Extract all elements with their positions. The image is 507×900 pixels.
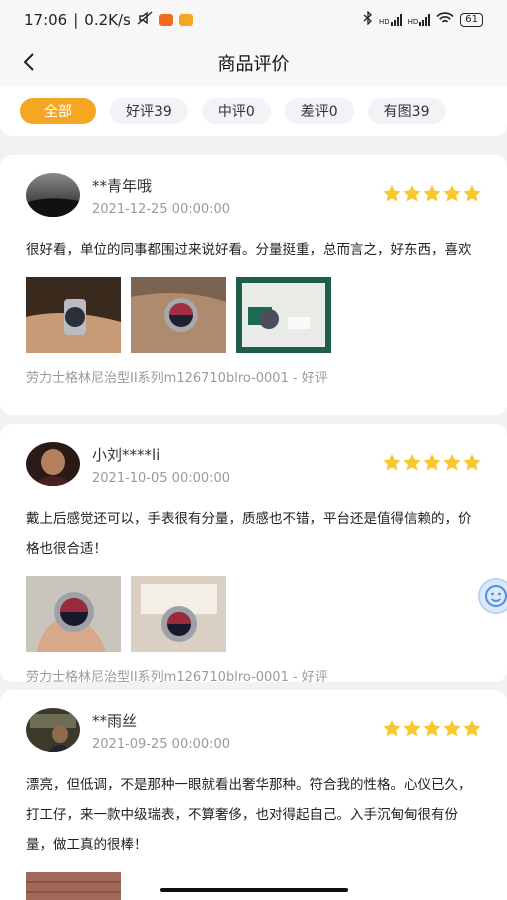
product-sku: 劳力士格林尼治型II系列m126710blro-0001 - 好评 xyxy=(26,670,328,685)
hd-label-2: HD xyxy=(407,18,419,26)
page-title: 商品评价 xyxy=(217,54,290,75)
star-icon xyxy=(423,720,441,737)
filter-neutral[interactable]: 中评0 xyxy=(201,98,271,124)
star-icon xyxy=(423,454,441,471)
reviewer-name: 小刘****li xyxy=(92,446,161,464)
filter-positive[interactable]: 好评39 xyxy=(110,98,188,124)
avatar[interactable] xyxy=(26,442,80,486)
review-photos xyxy=(26,277,481,353)
bluetooth-icon xyxy=(363,10,373,29)
folder-app-icon xyxy=(178,14,193,26)
smile-icon xyxy=(485,585,507,607)
customer-service-button[interactable] xyxy=(478,578,507,614)
avatar[interactable] xyxy=(26,708,80,752)
star-icon xyxy=(383,454,401,471)
star-icon xyxy=(383,720,401,737)
filter-bar: 全部 好评39 中评0 差评0 有图39 xyxy=(0,86,507,136)
review-text: 很好看，单位的同事都围过来说好看。分量挺重，总而言之，好东西，喜欢 xyxy=(26,242,472,258)
rating-stars xyxy=(383,185,481,202)
review-card: **青年哦 2021-12-25 00:00:00 很好看，单位的同事都围过来说… xyxy=(0,155,507,415)
filter-all[interactable]: 全部 xyxy=(20,98,96,124)
review-date: 2021-09-25 00:00:00 xyxy=(92,737,231,752)
avatar[interactable] xyxy=(26,173,80,217)
signal-icon-1 xyxy=(390,14,402,26)
review-photo[interactable] xyxy=(131,576,226,652)
review-photo[interactable] xyxy=(26,277,121,353)
star-icon xyxy=(403,454,421,471)
review-text: 漂亮，但低调，不是那种一眼就看出奢华那种。符合我的性格。心仪已久，打工仔，来一款… xyxy=(26,777,472,853)
rating-stars xyxy=(383,720,481,737)
review-photo[interactable] xyxy=(26,576,121,652)
review-photos xyxy=(26,872,481,900)
star-icon xyxy=(463,720,481,737)
star-icon xyxy=(443,185,461,202)
review-photo[interactable] xyxy=(131,277,226,353)
star-icon xyxy=(403,185,421,202)
star-icon xyxy=(423,185,441,202)
wifi-icon xyxy=(436,11,454,29)
hd-label-1: HD xyxy=(378,18,390,26)
home-indicator[interactable] xyxy=(160,888,348,892)
reviewer-name: **青年哦 xyxy=(92,177,153,195)
review-date: 2021-10-05 00:00:00 xyxy=(92,471,231,486)
filter-with-photos[interactable]: 有图39 xyxy=(367,98,446,124)
review-photos xyxy=(26,576,481,652)
star-icon xyxy=(443,720,461,737)
status-separator: | xyxy=(73,11,79,29)
review-photo[interactable] xyxy=(26,872,121,900)
filter-negative[interactable]: 差评0 xyxy=(284,98,354,124)
back-button[interactable] xyxy=(18,50,42,74)
reviewer-name: **雨丝 xyxy=(92,712,138,730)
mute-icon xyxy=(137,11,153,29)
star-icon xyxy=(443,454,461,471)
status-time: 17:06 xyxy=(24,11,68,29)
status-bar: 17:06 | 0.2K/s HD HD 61 xyxy=(0,0,507,40)
review-photo[interactable] xyxy=(236,277,331,353)
review-card: 小刘****li 2021-10-05 00:00:00 戴上后感觉还可以，手表… xyxy=(0,424,507,685)
star-icon xyxy=(463,454,481,471)
rating-stars xyxy=(383,454,481,471)
star-icon xyxy=(403,720,421,737)
status-net-speed: 0.2K/s xyxy=(84,11,131,29)
review-date: 2021-12-25 00:00:00 xyxy=(92,202,231,217)
nav-bar: 商品评价 xyxy=(0,40,507,86)
signal-icon-2 xyxy=(419,14,431,26)
review-text: 戴上后感觉还可以，手表很有分量，质感也不错，平台还是值得信赖的，价格也很合适！ xyxy=(26,511,472,557)
star-icon xyxy=(383,185,401,202)
star-icon xyxy=(463,185,481,202)
review-card: **雨丝 2021-09-25 00:00:00 漂亮，但低调，不是那种一眼就看… xyxy=(0,690,507,900)
product-sku: 劳力士格林尼治型II系列m126710blro-0001 - 好评 xyxy=(26,371,328,386)
chevron-left-icon xyxy=(23,53,34,71)
battery-icon: 61 xyxy=(460,13,483,27)
mi-app-icon xyxy=(158,14,173,26)
